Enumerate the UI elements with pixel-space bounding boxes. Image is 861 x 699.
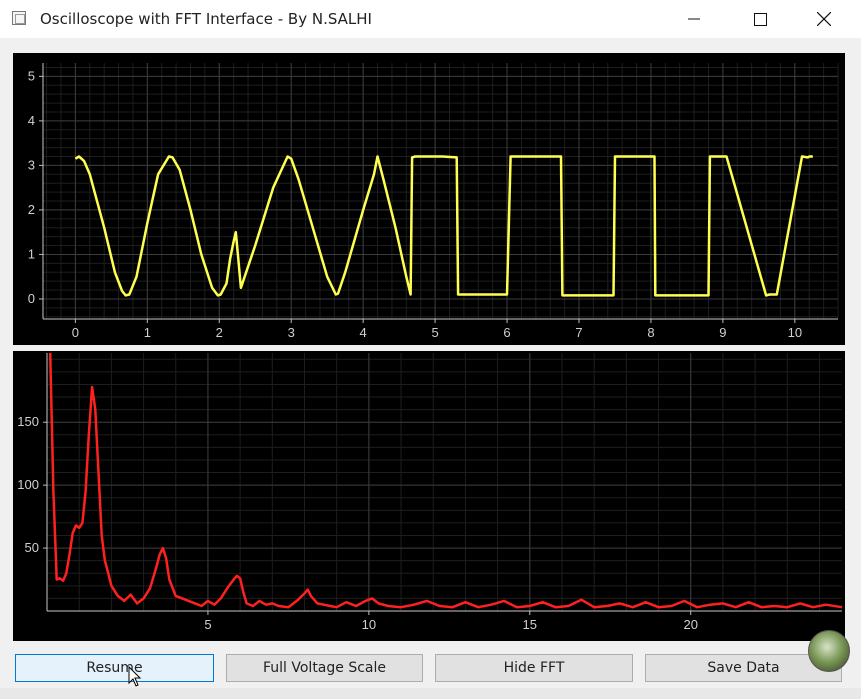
y-tick-label: 2 bbox=[28, 202, 35, 217]
close-button[interactable] bbox=[801, 0, 847, 38]
x-tick-label: 10 bbox=[362, 617, 376, 632]
client-area: 0 1 2 3 4 5 6 7 8 9 10 0 1 2 3 4 5 5 10 15 20 50 100 150 Resum… bbox=[0, 38, 861, 699]
y-tick-label: 1 bbox=[28, 246, 35, 261]
full-voltage-scale-button[interactable]: Full Voltage Scale bbox=[226, 654, 423, 682]
maximize-button[interactable] bbox=[737, 0, 783, 38]
window-title: Oscilloscope with FFT Interface - By N.S… bbox=[40, 10, 372, 28]
x-tick-label: 15 bbox=[523, 617, 537, 632]
x-tick-label: 20 bbox=[683, 617, 697, 632]
x-tick-label: 7 bbox=[575, 325, 582, 340]
y-tick-label: 150 bbox=[17, 414, 39, 429]
avatar bbox=[808, 630, 850, 672]
y-tick-label: 3 bbox=[28, 157, 35, 172]
y-tick-label: 100 bbox=[17, 477, 39, 492]
x-tick-label: 9 bbox=[719, 325, 726, 340]
minimize-button[interactable] bbox=[671, 0, 717, 38]
bottom-strip bbox=[0, 688, 861, 699]
x-tick-label: 6 bbox=[503, 325, 510, 340]
x-tick-label: 10 bbox=[788, 325, 802, 340]
resume-button[interactable]: Resume bbox=[15, 654, 214, 682]
minimize-icon bbox=[688, 18, 700, 20]
x-tick-label: 3 bbox=[288, 325, 295, 340]
x-tick-label: 8 bbox=[647, 325, 654, 340]
x-tick-label: 0 bbox=[72, 325, 79, 340]
fft-plot: 5 10 15 20 50 100 150 bbox=[17, 352, 843, 632]
x-tick-label: 1 bbox=[144, 325, 151, 340]
y-tick-label: 4 bbox=[28, 113, 35, 128]
y-tick-label: 50 bbox=[25, 540, 39, 555]
close-icon bbox=[817, 12, 831, 26]
title-bar: Oscilloscope with FFT Interface - By N.S… bbox=[0, 0, 861, 38]
x-tick-label: 4 bbox=[360, 325, 367, 340]
maximize-icon bbox=[753, 12, 767, 26]
hide-fft-button[interactable]: Hide FFT bbox=[435, 654, 633, 682]
x-tick-label: 5 bbox=[204, 617, 211, 632]
series-line bbox=[74, 155, 813, 297]
y-tick-label: 0 bbox=[28, 291, 35, 306]
oscilloscope-panel[interactable]: 0 1 2 3 4 5 6 7 8 9 10 0 1 2 3 4 5 bbox=[13, 53, 845, 345]
y-tick-label: 5 bbox=[28, 68, 35, 83]
app-icon bbox=[12, 11, 26, 25]
mouse-cursor-icon bbox=[128, 666, 142, 687]
x-tick-label: 5 bbox=[431, 325, 438, 340]
fft-panel[interactable]: 5 10 15 20 50 100 150 bbox=[13, 351, 845, 641]
x-tick-label: 2 bbox=[216, 325, 223, 340]
oscilloscope-plot: 0 1 2 3 4 5 6 7 8 9 10 0 1 2 3 4 5 bbox=[28, 63, 839, 340]
